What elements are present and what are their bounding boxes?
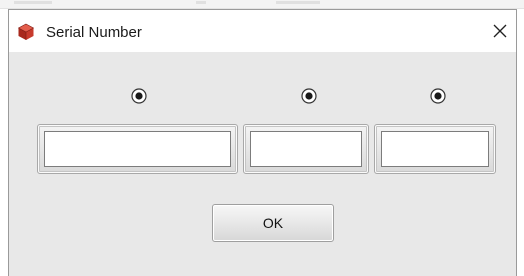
serial-number-dialog: Serial Number OK xyxy=(8,9,517,276)
serial-field-1-frame xyxy=(37,124,238,174)
radio-dot xyxy=(135,92,143,100)
background-text-fragment xyxy=(276,1,320,4)
serial-field-1[interactable] xyxy=(44,131,231,167)
close-icon xyxy=(493,24,507,38)
ok-button[interactable]: OK xyxy=(212,204,334,242)
background-text-fragment xyxy=(14,1,52,4)
radio-button-2[interactable] xyxy=(300,87,318,105)
close-button[interactable] xyxy=(484,10,516,52)
radio-dot xyxy=(305,92,313,100)
background-window-edge xyxy=(0,0,524,9)
serial-field-3-frame xyxy=(374,124,496,174)
radio-button-3[interactable] xyxy=(429,87,447,105)
radio-button-1[interactable] xyxy=(130,87,148,105)
serial-field-2[interactable] xyxy=(250,131,362,167)
serial-field-3[interactable] xyxy=(381,131,489,167)
radio-dot xyxy=(434,92,442,100)
serial-field-2-frame xyxy=(243,124,369,174)
dialog-body: OK xyxy=(9,52,516,276)
background-text-fragment xyxy=(196,1,206,4)
titlebar[interactable]: Serial Number xyxy=(9,10,516,52)
screen: Serial Number OK xyxy=(0,0,524,276)
dialog-title: Serial Number xyxy=(46,24,142,41)
app-cube-icon xyxy=(17,23,35,40)
